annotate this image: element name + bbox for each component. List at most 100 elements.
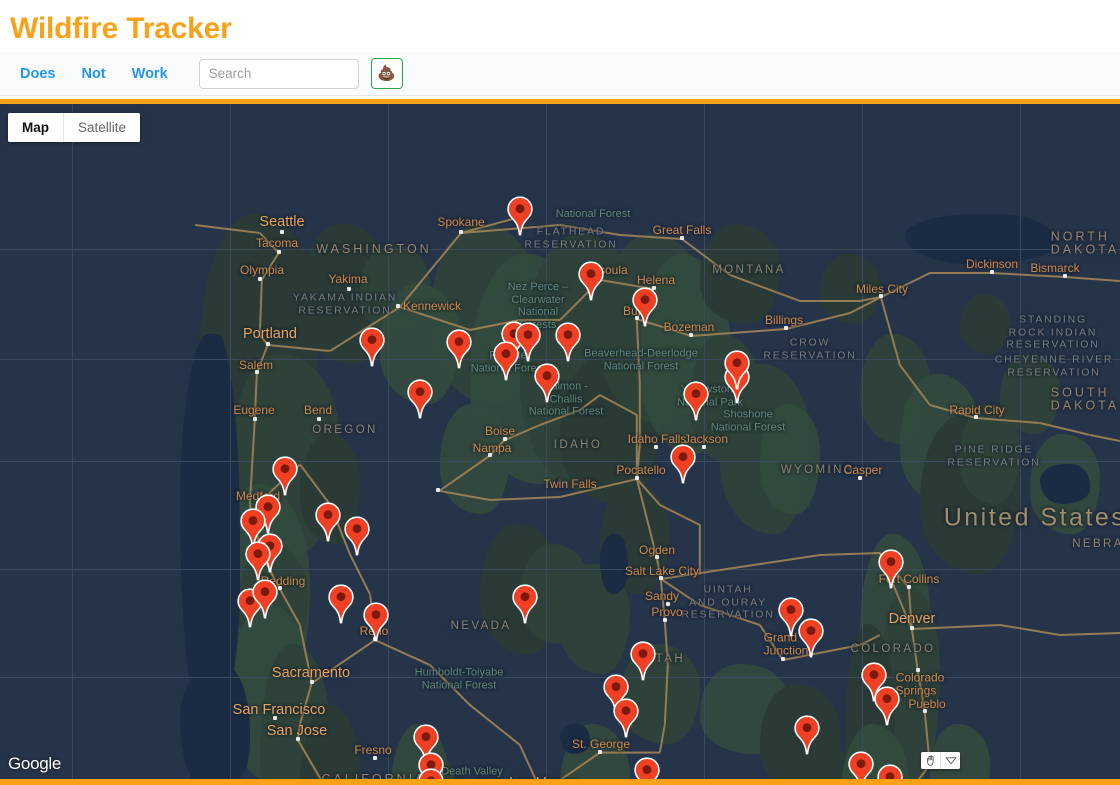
pan-hand-icon[interactable] (921, 752, 940, 769)
wildfire-map-marker[interactable] (533, 363, 561, 403)
page-title: Wildfire Tracker (0, 0, 1120, 52)
map-road (470, 704, 521, 745)
map-city-dot (436, 488, 440, 492)
wildfire-map-marker[interactable] (251, 579, 279, 619)
wildfire-map-marker[interactable] (445, 329, 473, 369)
map-city-dot (317, 417, 321, 421)
map-city-dot (266, 342, 270, 346)
map-city-dot (702, 445, 706, 449)
wildfire-map-marker[interactable] (314, 502, 342, 542)
map-road (699, 525, 701, 575)
wildfire-map-marker[interactable] (271, 456, 299, 496)
map-type-control[interactable]: Map Satellite (8, 113, 140, 142)
wildfire-map-marker[interactable] (511, 584, 539, 624)
poop-emoji-button[interactable]: 💩 (371, 58, 403, 89)
map-gridline-vertical (388, 104, 389, 779)
wildfire-map-marker[interactable] (877, 549, 905, 589)
wildfire-map-marker[interactable] (362, 602, 390, 642)
wildfire-map-marker[interactable] (682, 381, 710, 421)
wildfire-map-marker[interactable] (797, 618, 825, 658)
map-road (700, 604, 760, 626)
wildfire-map-marker[interactable] (793, 715, 821, 755)
wildfire-map-marker[interactable] (492, 341, 520, 381)
wildfire-tracker-app: Wildfire Tracker Does Not Work 💩 United … (0, 0, 1120, 785)
map-canvas[interactable]: United StatesWASHINGTONOREGONMONTANAIDAH… (0, 104, 1120, 779)
map-city-dot (680, 236, 684, 240)
map-road (600, 752, 660, 754)
map-city-dot (488, 453, 492, 457)
map-container[interactable]: United StatesWASHINGTONOREGONMONTANAIDAH… (0, 99, 1120, 785)
nav-link-not[interactable]: Not (68, 52, 118, 96)
map-label-park: National Forest (556, 208, 631, 220)
map-city-dot (273, 716, 277, 720)
wildfire-map-marker[interactable] (506, 196, 534, 236)
map-gridline-horizontal (0, 569, 1120, 570)
map-city-dot (879, 294, 883, 298)
nav-link-does[interactable]: Does (10, 52, 68, 96)
wildfire-map-marker[interactable] (244, 541, 272, 581)
wildfire-map-marker[interactable] (873, 686, 901, 726)
map-gridline-vertical (72, 104, 73, 779)
map-city-dot (635, 476, 639, 480)
map-road (881, 272, 931, 297)
search-input[interactable] (199, 59, 359, 89)
wildfire-map-marker[interactable] (406, 379, 434, 419)
map-type-satellite[interactable]: Satellite (64, 113, 140, 142)
poop-emoji-icon: 💩 (377, 66, 396, 81)
map-road (992, 272, 1065, 278)
map-city-dot (277, 250, 281, 254)
map-type-map[interactable]: Map (8, 113, 63, 142)
wildfire-map-marker[interactable] (669, 444, 697, 484)
wildfire-map-marker[interactable] (577, 261, 605, 301)
map-gridline-vertical (546, 104, 547, 779)
tilt-icon[interactable] (941, 752, 960, 769)
map-city-dot (910, 626, 914, 630)
wildfire-map-marker[interactable] (327, 584, 355, 624)
map-pan-controls[interactable] (921, 752, 960, 769)
terrain-patch (700, 224, 780, 324)
map-city-dot (253, 417, 257, 421)
wildfire-map-marker[interactable] (723, 350, 751, 390)
map-label-city: Bismarck (1030, 261, 1079, 275)
map-city-dot (310, 680, 314, 684)
wildfire-map-marker[interactable] (612, 698, 640, 738)
terrain-patch (760, 404, 820, 514)
wildfire-map-marker[interactable] (876, 764, 904, 779)
map-road (519, 744, 542, 779)
map-road (1000, 624, 1060, 636)
map-road (660, 579, 666, 621)
map-label-state: NORTH DAKOTA (1051, 231, 1119, 256)
terrain-patch (960, 294, 1010, 354)
nav-link-work[interactable]: Work (119, 52, 181, 96)
map-city-dot (784, 326, 788, 330)
map-city-dot (974, 415, 978, 419)
wildfire-map-marker[interactable] (358, 327, 386, 367)
wildfire-map-marker[interactable] (417, 768, 445, 779)
map-gridline-horizontal (0, 249, 1120, 250)
wildfire-map-marker[interactable] (343, 516, 371, 556)
map-road (1065, 276, 1120, 282)
water-body (905, 214, 1055, 264)
wildfire-map-marker[interactable] (629, 641, 657, 681)
map-city-dot (373, 756, 377, 760)
map-label-state: NEBRA (1072, 538, 1120, 550)
map-city-dot (858, 476, 862, 480)
wildfire-map-marker[interactable] (633, 757, 661, 779)
map-gridline-horizontal (0, 461, 1120, 462)
wildfire-map-marker[interactable] (631, 287, 659, 327)
map-city-dot (1063, 274, 1067, 278)
map-city-dot (280, 230, 284, 234)
map-city-dot (990, 270, 994, 274)
map-gridline-vertical (704, 104, 705, 779)
wildfire-map-marker[interactable] (847, 751, 875, 779)
map-road (636, 415, 638, 479)
map-city-dot (347, 287, 351, 291)
map-road (429, 664, 470, 705)
map-city-dot (907, 585, 911, 589)
map-city-dot (255, 370, 259, 374)
map-city-dot (659, 576, 663, 580)
water-body (1040, 464, 1090, 504)
map-label-city: Provo (651, 605, 682, 619)
wildfire-map-marker[interactable] (554, 322, 582, 362)
map-city-dot (666, 602, 670, 606)
